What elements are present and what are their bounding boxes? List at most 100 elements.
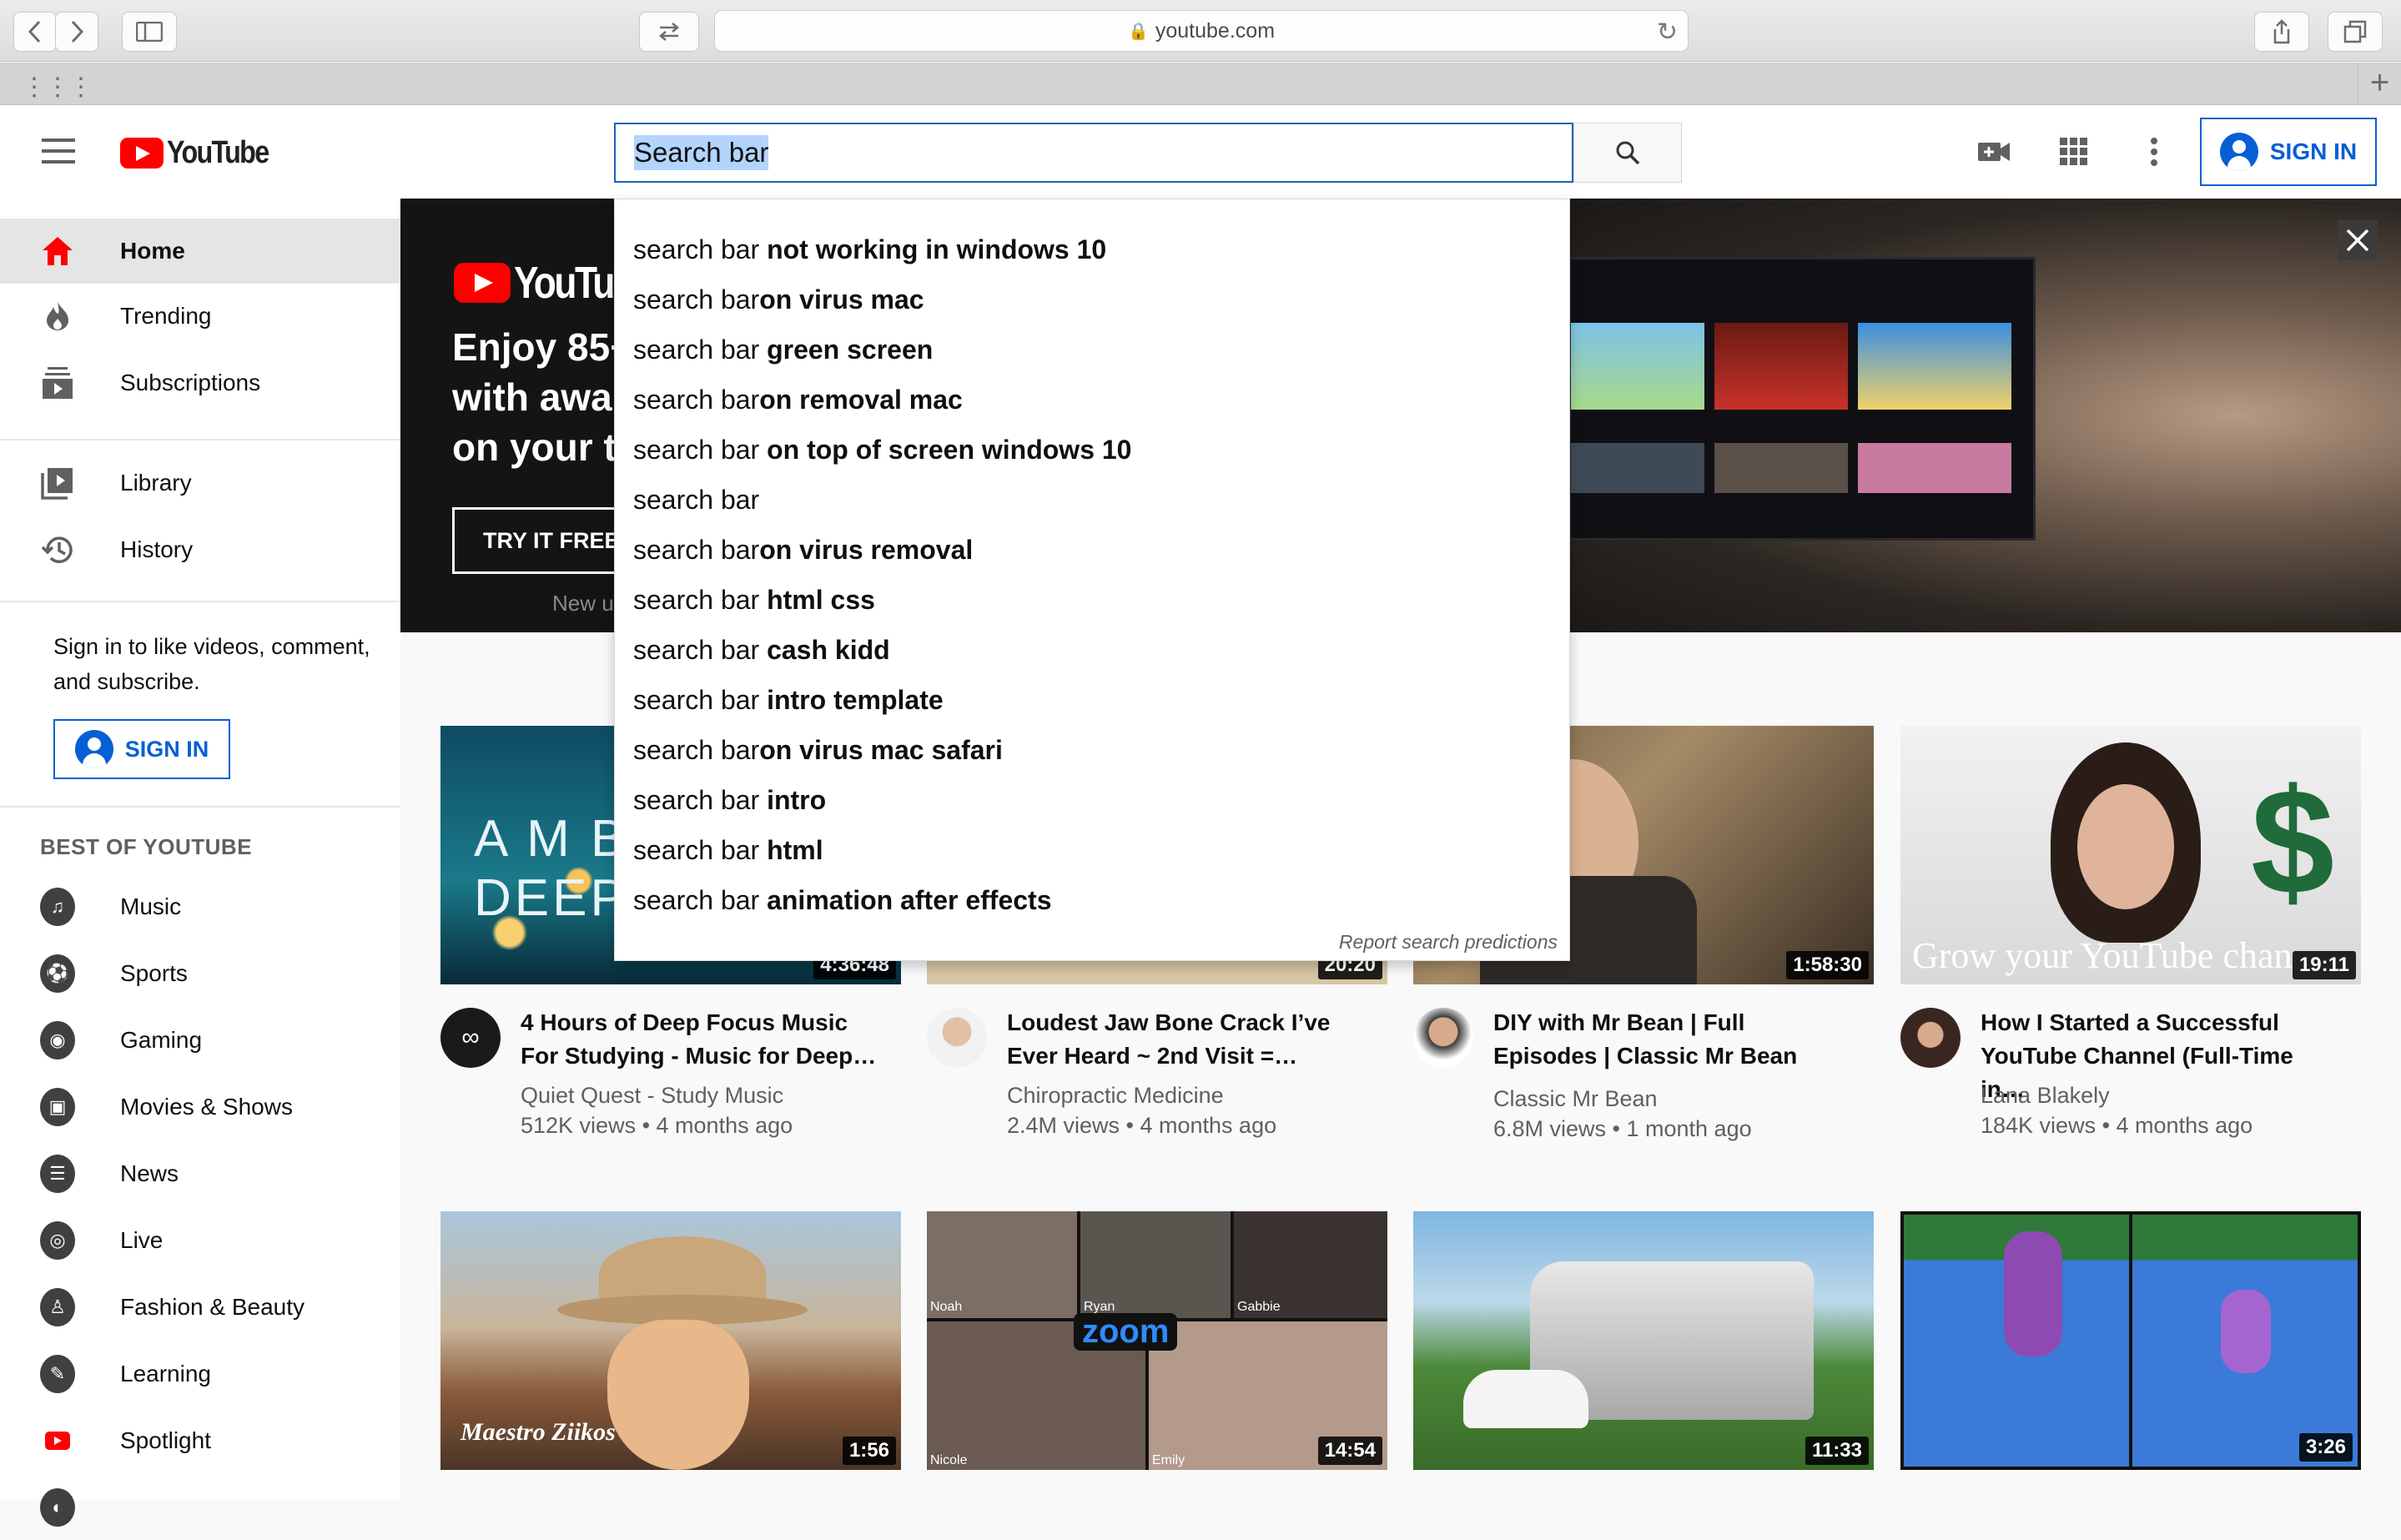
sign-in-button[interactable]: SIGN IN [2200, 118, 2377, 186]
channel-name[interactable]: Lana Blakely [1981, 1083, 2110, 1109]
library-icon [40, 466, 75, 501]
search-suggestion-item[interactable]: search baron virus removal [633, 535, 973, 566]
address-bar[interactable]: 🔒 youtube.com ↻ [714, 10, 1689, 52]
search-suggestion-item[interactable]: search bar green screen [633, 335, 933, 365]
sidebar-item-subscriptions[interactable]: Subscriptions [0, 350, 400, 415]
search-suggestion-item[interactable]: search bar intro template [633, 685, 944, 716]
search-icon [1616, 141, 1640, 165]
suggestion-completion: not working in windows 10 [759, 234, 1107, 264]
hamburger-menu-icon[interactable] [42, 138, 75, 164]
sports-icon: ⚽ [40, 954, 75, 993]
sidebar-item-home[interactable]: Home [0, 219, 400, 284]
search-suggestion-item[interactable]: search bar html css [633, 585, 875, 616]
search-suggestion-item[interactable]: search bar cash kidd [633, 635, 890, 666]
video-thumbnail[interactable]: Maestro Ziikos 1:56 [440, 1211, 901, 1470]
search-suggestion-item[interactable]: search bar animation after effects [633, 885, 1052, 916]
apps-button[interactable] [2056, 135, 2092, 169]
search-suggestion-item[interactable]: search bar not working in windows 10 [633, 234, 1106, 265]
suggestion-prefix: search bar [633, 284, 760, 315]
participant-name: Gabbie [1237, 1300, 1281, 1314]
movies-icon: ▣ [40, 1088, 75, 1126]
channel-avatar[interactable] [1900, 1008, 1961, 1068]
reload-icon[interactable]: ↻ [1657, 18, 1678, 47]
sidebar-item-fashion-beauty[interactable]: ♙ Fashion & Beauty [0, 1275, 400, 1340]
video-meta: 512K views • 4 months ago [521, 1113, 793, 1138]
sidebar-item-live[interactable]: ◎ Live [0, 1208, 400, 1273]
subscriptions-icon [40, 365, 75, 400]
channel-avatar[interactable] [927, 1008, 987, 1068]
account-icon [74, 730, 113, 768]
sidebar-item-movies-shows[interactable]: ▣ Movies & Shows [0, 1074, 400, 1140]
video-thumbnail[interactable]: 11:33 [1413, 1211, 1874, 1470]
video-duration: 1:56 [842, 1437, 896, 1465]
video-title[interactable]: DIY with Mr Bean | Full Episodes | Class… [1493, 1006, 1852, 1073]
video-thumbnail[interactable]: Noah Ryan Gabbie Nicole Emily zoom 14:54 [927, 1211, 1387, 1470]
new-tab-button[interactable]: + [2358, 63, 2401, 104]
sign-in-label: SIGN IN [2269, 138, 2358, 164]
search-suggestion-item[interactable]: search baron virus mac [633, 284, 924, 315]
thumbnail-text: Grow your YouTube chan [1912, 935, 2293, 976]
chevron-left-icon [28, 20, 41, 43]
sidebar-item-spotlight[interactable]: Spotlight [0, 1408, 400, 1473]
suggestion-completion: intro [759, 785, 827, 815]
channel-name[interactable]: Classic Mr Bean [1493, 1086, 1658, 1112]
youtube-logo[interactable]: YouTube [120, 135, 286, 171]
sidebar-item-learning[interactable]: ✎ Learning [0, 1341, 400, 1407]
video-duration: 19:11 [2292, 951, 2356, 979]
sidebar-item-gaming[interactable]: ◉ Gaming [0, 1008, 400, 1073]
search-suggestion-item[interactable]: search bar intro [633, 785, 826, 816]
forward-button[interactable] [55, 12, 98, 52]
video-title[interactable]: Loudest Jaw Bone Crack I’ve Ever Heard ~… [1007, 1006, 1366, 1073]
video-thumbnail[interactable]: 3:26 [1900, 1211, 2361, 1470]
participant-name: Nicole [930, 1453, 968, 1467]
sidebar-item-library[interactable]: Library [0, 450, 400, 516]
settings-more-button[interactable] [2136, 135, 2172, 169]
sidebar-item-trending[interactable]: Trending [0, 284, 400, 349]
sidebar-item-label: News [120, 1160, 179, 1186]
close-banner-button[interactable] [2338, 220, 2378, 260]
close-icon [2346, 229, 2369, 252]
youtube-play-icon [120, 138, 164, 169]
sidebar-sign-in-button[interactable]: SIGN IN [53, 719, 230, 779]
search-input[interactable]: Search bar [614, 123, 1573, 183]
video-meta: 2.4M views • 4 months ago [1007, 1113, 1277, 1138]
flame-icon [40, 299, 75, 334]
participant-name: Emily [1152, 1453, 1185, 1467]
video-thumbnail[interactable]: $ Grow your YouTube chan 19:11 [1900, 726, 2361, 984]
tab-switch-button[interactable] [639, 12, 699, 52]
channel-avatar[interactable]: ∞ [440, 1008, 501, 1068]
sidebar-toggle-button[interactable] [122, 12, 177, 52]
tabs-overview-button[interactable] [2328, 12, 2383, 52]
account-icon [2219, 133, 2258, 171]
sidebar: Home Trending Subscriptions Library Hist… [0, 199, 400, 1527]
create-video-button[interactable] [1976, 135, 2012, 169]
search-button[interactable] [1573, 123, 1682, 183]
video-duration: 11:33 [1805, 1437, 1869, 1465]
share-icon [2273, 19, 2290, 44]
learning-icon: ✎ [40, 1355, 75, 1393]
spotlight-icon [40, 1423, 75, 1458]
search-suggestion-item[interactable]: search bar html [633, 835, 823, 866]
channel-avatar[interactable] [1413, 1008, 1473, 1068]
search-suggestion-item[interactable]: search bar [633, 485, 759, 516]
report-search-predictions-link[interactable]: Report search predictions [1339, 931, 1558, 954]
video-meta: 6.8M views • 1 month ago [1493, 1116, 1752, 1141]
share-button[interactable] [2254, 12, 2309, 52]
favorites-grid-icon[interactable]: ⋮⋮⋮ [22, 73, 93, 102]
search-suggestion-item[interactable]: search baron virus mac safari [633, 735, 1003, 766]
channel-name[interactable]: Quiet Quest - Study Music [521, 1083, 783, 1109]
sidebar-item-news[interactable]: ☰ News [0, 1141, 400, 1206]
tabs-icon [2343, 20, 2367, 43]
search-suggestion-item[interactable]: search baron removal mac [633, 385, 963, 415]
sidebar-item-partial[interactable]: ◐ [0, 1475, 400, 1540]
globe-icon: ◐ [40, 1488, 75, 1527]
channel-name[interactable]: Chiropractic Medicine [1007, 1083, 1224, 1109]
back-button[interactable] [13, 12, 57, 52]
sidebar-item-label: Subscriptions [120, 370, 261, 395]
sidebar-item-history[interactable]: History [0, 517, 400, 582]
video-title[interactable]: 4 Hours of Deep Focus Music For Studying… [521, 1006, 879, 1073]
search-suggestion-item[interactable]: search bar on top of screen windows 10 [633, 435, 1131, 466]
suggestion-prefix: search bar [633, 234, 760, 264]
sidebar-item-music[interactable]: ♫ Music [0, 874, 400, 939]
sidebar-item-sports[interactable]: ⚽ Sports [0, 941, 400, 1006]
